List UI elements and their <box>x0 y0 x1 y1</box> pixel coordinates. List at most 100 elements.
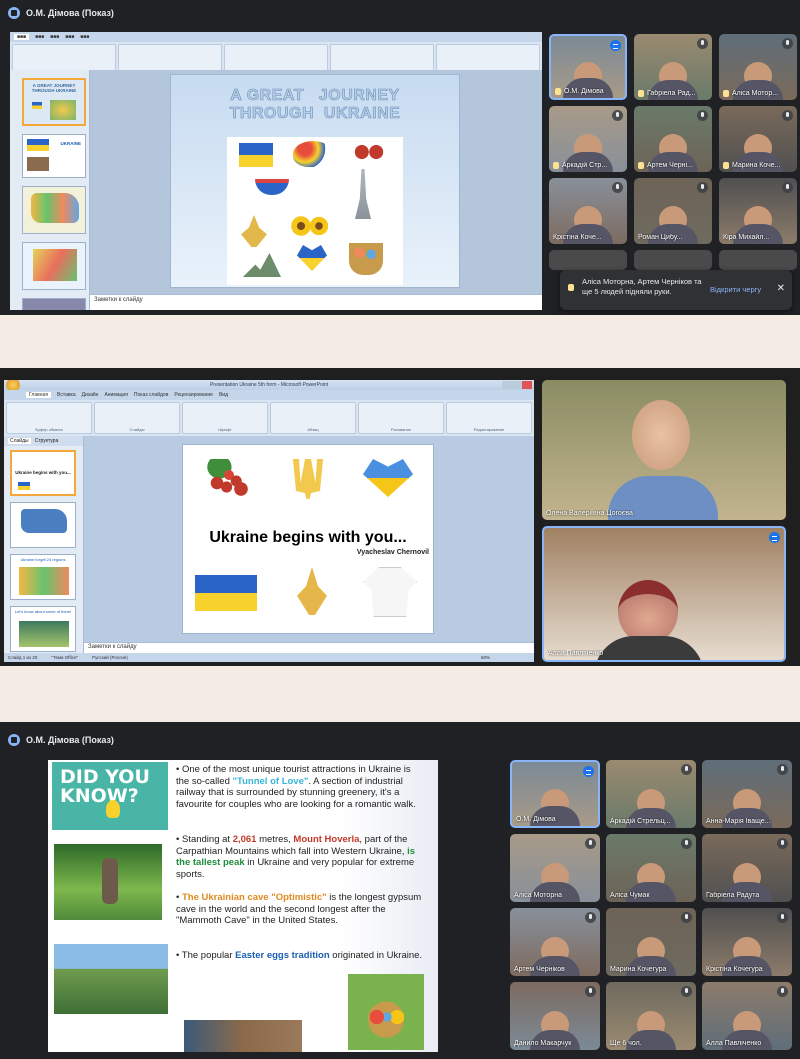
ribbon-tab[interactable]: Рецензирование <box>174 392 213 398</box>
ribbon-tab[interactable]: Вид <box>219 392 228 398</box>
participant-tile[interactable]: Аркадій Стр... <box>549 106 627 172</box>
participant-tile[interactable]: Роман Цибу... <box>634 178 712 244</box>
participant-tile[interactable]: Анна-Марія Іваще... <box>702 760 792 828</box>
viburnum-icon <box>205 459 253 499</box>
thumbnail-1[interactable]: A GREAT JOURNEY THROUGH UKRAINE <box>22 78 86 126</box>
thumbnail-3[interactable] <box>22 186 86 234</box>
thumbnail-3[interactable]: Ukraine forget 24 regions <box>10 554 76 600</box>
ribbon-group-label: Абзац <box>307 427 319 432</box>
ribbon-tab[interactable]: Показ слайдов <box>134 392 168 398</box>
mic-off-icon <box>697 38 708 49</box>
speaking-indicator-icon <box>769 532 780 543</box>
participant-tile-partial[interactable] <box>719 250 797 270</box>
ribbon-tab[interactable]: Анимация <box>104 392 127 398</box>
panel-tab-outline[interactable]: Структура <box>35 438 59 444</box>
participant-tile[interactable]: Артем Черніков <box>510 908 600 976</box>
current-slide: A GREAT JOURNEY THROUGH UKRAINE <box>170 74 460 288</box>
participant-tile[interactable]: Аліса Мотор... <box>719 34 797 100</box>
close-icon[interactable]: ✕ <box>777 283 785 294</box>
mountains-icon <box>235 253 281 277</box>
photo-hoverla <box>54 944 168 1014</box>
participant-name: Аліса Чумак <box>610 892 692 899</box>
participant-name-text: О.М. Дімова <box>564 88 604 95</box>
mic-off-icon <box>697 182 708 193</box>
participant-name: Аркадій Стрельц... <box>610 818 692 825</box>
ppt-ribbon-middle: Главная Вставка Дизайн Анимация Показ слайдо… <box>4 390 534 436</box>
participant-tile[interactable]: Аліса Чумак <box>606 834 696 902</box>
participant-name-text: Марина Кочегура <box>610 966 667 973</box>
tab-4[interactable]: ■■■ <box>65 34 74 40</box>
participant-tile[interactable]: Кіра Михайл... <box>719 178 797 244</box>
participant-tile-partial[interactable] <box>634 250 712 270</box>
mic-off-icon <box>697 110 708 121</box>
participant-tile[interactable]: Габріела Радута <box>702 834 792 902</box>
participant-tile[interactable]: Крістіна Коче... <box>549 178 627 244</box>
participant-tile[interactable]: Марина Коче... <box>719 106 797 172</box>
slide-canvas: A GREAT JOURNEY THROUGH UKRAINE <box>90 70 542 294</box>
participant-name-text: Данило Макарчук <box>514 1040 572 1047</box>
fact-cave-optimistic: • The Ukrainian cave "Optimistic" is the… <box>176 892 422 926</box>
participant-tile[interactable]: Крістіна Кочегура <box>702 908 792 976</box>
thumbnail-4-map <box>33 249 77 281</box>
tab-2[interactable]: ■■■ <box>35 34 44 40</box>
participant-tile[interactable]: Алла Павліченко <box>702 982 792 1050</box>
thumbnail-1-title: A GREAT JOURNEY THROUGH UKRAINE <box>31 83 77 93</box>
raised-hand-icon <box>553 162 559 169</box>
participant-tile[interactable]: Ще 6 чол. <box>606 982 696 1050</box>
participant-tile[interactable]: Артем Черні... <box>634 106 712 172</box>
ribbon-tab[interactable]: Главная <box>26 392 52 398</box>
ribbon-tab[interactable]: Дизайн <box>82 392 99 398</box>
participant-name: Алла Павліченко <box>548 650 604 657</box>
group-5 <box>436 44 540 72</box>
ribbon-tab[interactable]: Вставка <box>57 392 76 398</box>
participant-tile-partial[interactable] <box>549 250 627 270</box>
ribbon-group: Абзац <box>270 402 356 434</box>
open-queue-link[interactable]: Відкрити чергу <box>710 285 761 294</box>
mic-off-icon <box>681 912 692 923</box>
participant-name: Анна-Марія Іваще... <box>706 818 788 825</box>
thumbnail-1[interactable]: Ukraine begins with you... <box>10 450 76 496</box>
thumbnail-4[interactable]: Let's know about some of them! <box>10 606 76 652</box>
participant-tile[interactable]: Данило Макарчук <box>510 982 600 1050</box>
ribbon-group: Рисование <box>358 402 444 434</box>
ppt-tabs: ■■■ ■■■ ■■■ ■■■ ■■■ <box>10 32 542 42</box>
group-2 <box>118 44 222 72</box>
participant-tile-alla[interactable]: Алла Павліченко <box>542 526 786 662</box>
thumbnail-3-text: Ukraine forget 24 regions <box>20 557 66 562</box>
notes-pane-middle[interactable]: Заметки к слайду <box>84 642 534 653</box>
participant-tile[interactable]: Габріела Рад... <box>634 34 712 100</box>
vyshyvanka-icon <box>363 567 417 617</box>
participant-name: Крістіна Коче... <box>553 234 623 241</box>
tab-5[interactable]: ■■■ <box>80 34 89 40</box>
thumbnail-5[interactable] <box>22 298 86 310</box>
flag-icon <box>195 575 257 611</box>
participant-tile[interactable]: Аркадій Стрельц... <box>606 760 696 828</box>
tab-3[interactable]: ■■■ <box>50 34 59 40</box>
sunflowers-icon <box>291 215 331 237</box>
thumbnail-2[interactable]: UKRAINE <box>22 134 86 178</box>
participant-tile[interactable]: О.М. Дімова <box>510 760 600 828</box>
participant-name-text: Артем Черніков <box>514 966 565 973</box>
slide-art-panel <box>227 137 403 285</box>
participant-name-text: Кіра Михайл... <box>723 234 770 241</box>
easter-basket-icon <box>349 243 383 275</box>
participant-name: Аліса Мотор... <box>723 90 793 97</box>
participant-tile[interactable]: Аліса Моторна <box>510 834 600 902</box>
thumbnail-4[interactable] <box>22 242 86 290</box>
notes-pane[interactable]: Заметки к слайду <box>90 294 542 310</box>
participant-name: Крістіна Кочегура <box>706 966 788 973</box>
window-controls[interactable] <box>502 381 532 389</box>
participant-tile[interactable]: Марина Кочегура <box>606 908 696 976</box>
participant-tile-olena[interactable]: Олена Валеріївна Цогоєва <box>542 380 786 520</box>
thumbnail-2[interactable] <box>10 502 76 548</box>
tab-home[interactable]: ■■■ <box>14 34 30 40</box>
group-3 <box>224 44 328 72</box>
panel-tab-slides[interactable]: Слайды <box>8 438 31 444</box>
thumbnail-2-map <box>21 509 67 533</box>
ribbon-group-label: Слайды <box>129 427 145 432</box>
participant-tile[interactable]: О.М. Дімова <box>549 34 627 100</box>
ribbon-group: Слайды <box>94 402 180 434</box>
status-zoom[interactable]: 60% <box>481 655 490 660</box>
fact-highlight: Mount Hoverla <box>293 834 360 845</box>
participant-name-text: Аліса Моторна <box>514 892 562 899</box>
